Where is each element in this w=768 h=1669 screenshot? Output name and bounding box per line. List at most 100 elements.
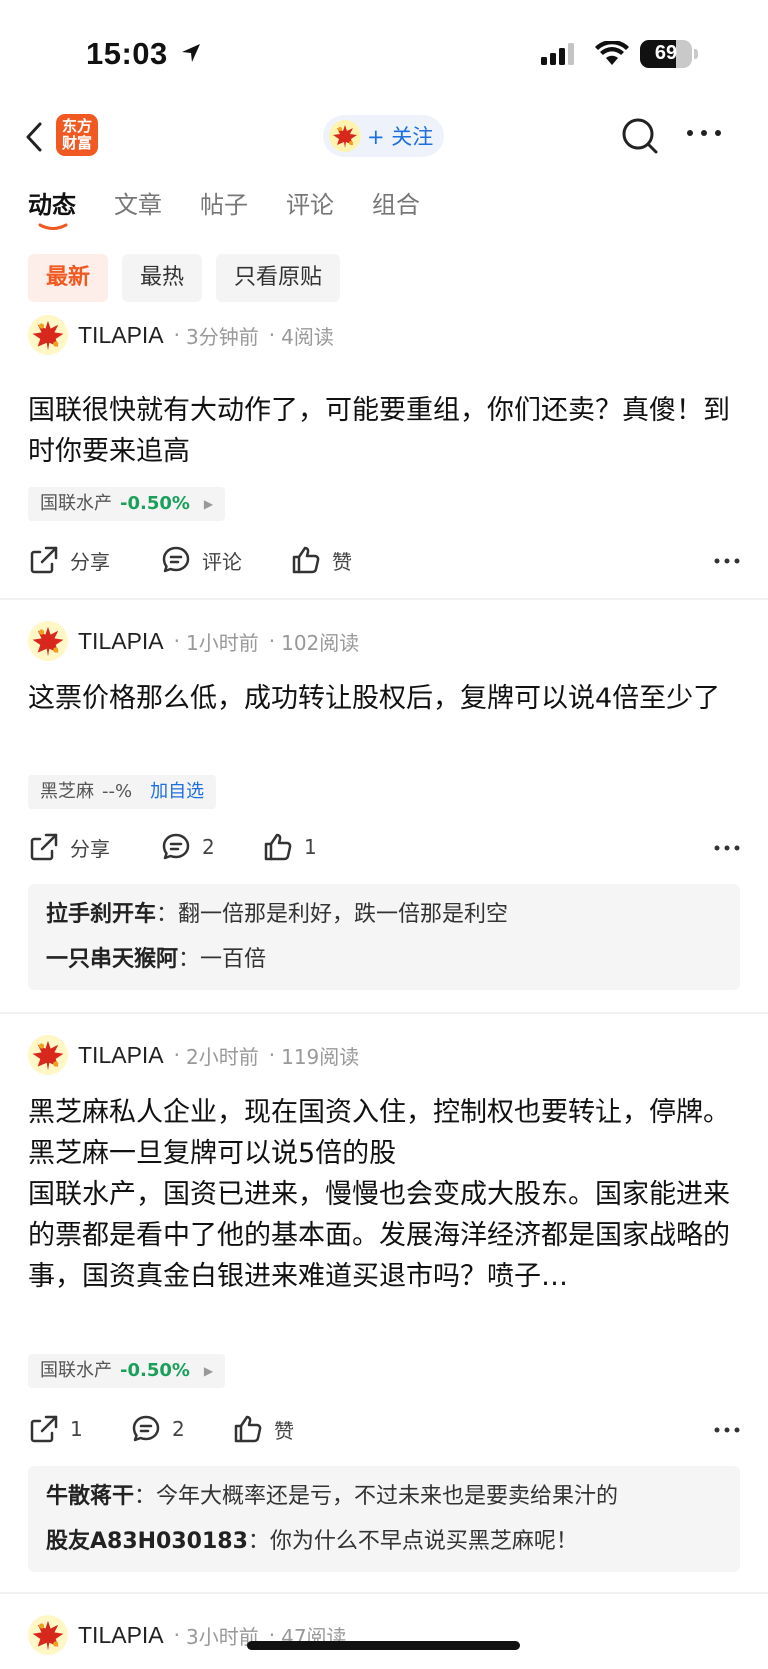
- read-count: 4阅读: [281, 324, 334, 349]
- battery-tip: [694, 49, 698, 59]
- share-icon: [30, 1415, 58, 1443]
- filter-chips: 最新 最热 只看原贴: [28, 254, 354, 302]
- avatar[interactable]: [28, 1035, 68, 1075]
- maple-leaf-icon: [32, 626, 64, 657]
- more-options-icon[interactable]: [714, 845, 740, 851]
- post-text[interactable]: 黑芝麻私人企业，现在国资入住，控制权也要转让，停牌。 黑芝麻一旦复牌可以说5倍的…: [28, 1092, 744, 1382]
- comment-button[interactable]: 2: [130, 1409, 185, 1449]
- reply-preview[interactable]: 拉手刹开车 ： 翻一倍那是利好，跌一倍那是利空 一只串天猴阿：一百倍: [28, 884, 740, 990]
- location-arrow-icon: [182, 44, 200, 62]
- share-label: 分享: [70, 549, 110, 574]
- dot-separator: ·: [173, 629, 181, 653]
- follow-button[interactable]: + 关注: [323, 115, 444, 157]
- dot-separator: ·: [173, 323, 181, 347]
- like-count: 1: [304, 835, 317, 859]
- more-options-icon[interactable]: [686, 129, 722, 137]
- filter-original-only[interactable]: 只看原贴: [216, 254, 341, 302]
- share-count: 1: [70, 1417, 83, 1441]
- more-options-icon[interactable]: [714, 558, 740, 564]
- reply-author[interactable]: 拉手刹开车: [46, 902, 156, 927]
- stock-name: 国联水产: [40, 1360, 112, 1381]
- post-card: TILAPIA · 2小时前 · 119阅读 黑芝麻私人企业，现在国资入住，控制…: [0, 1034, 768, 1594]
- avatar[interactable]: [28, 621, 68, 661]
- follow-label: + 关注: [367, 125, 434, 149]
- tab-portfolio[interactable]: 组合: [372, 185, 420, 235]
- tab-articles[interactable]: 文章: [114, 185, 162, 235]
- tab-label: 帖子: [200, 191, 248, 219]
- avatar[interactable]: [28, 315, 68, 355]
- add-watchlist-button[interactable]: 加自选: [150, 775, 204, 809]
- thumbs-up-icon: [264, 833, 292, 861]
- comment-icon: [162, 546, 190, 573]
- share-button[interactable]: 1: [28, 1409, 83, 1449]
- maple-leaf-icon: [32, 1040, 64, 1071]
- filter-latest[interactable]: 最新: [28, 254, 109, 302]
- caret-right-icon: ▶: [203, 1364, 214, 1378]
- thumbs-up-icon: [292, 546, 320, 574]
- comment-button[interactable]: 2: [160, 827, 215, 867]
- share-icon: [30, 546, 58, 574]
- tab-dynamic[interactable]: 动态: [28, 185, 76, 235]
- post-actions: 分享 2 1: [28, 827, 740, 867]
- username[interactable]: TILAPIA: [78, 1622, 164, 1649]
- battery-level: 69: [654, 42, 678, 64]
- stock-tag[interactable]: 国联水产 -0.50% ▶: [28, 487, 226, 521]
- reply-text: 你为什么不早点说买黑芝麻呢！: [269, 1529, 578, 1554]
- stock-name: 黑芝麻: [40, 781, 94, 802]
- read-count: 102阅读: [281, 630, 360, 655]
- reply-text: 翻一倍那是利好，跌一倍那是利空: [178, 902, 509, 927]
- reply-colon: ：: [134, 1484, 157, 1509]
- avatar[interactable]: [28, 1615, 68, 1655]
- comment-count: 2: [202, 835, 215, 859]
- stock-tag[interactable]: 黑芝麻 --% 加自选: [28, 775, 217, 809]
- home-indicator[interactable]: [247, 1641, 520, 1650]
- wifi-icon: [595, 41, 629, 65]
- status-bar: 15:03 69: [0, 0, 768, 105]
- comment-icon: [162, 833, 190, 860]
- stock-name: 国联水产: [40, 493, 112, 514]
- post-text[interactable]: 这票价格那么低，成功转让股权后，复牌可以说4倍至少了: [28, 678, 744, 719]
- dot-separator: ·: [268, 629, 276, 653]
- like-button[interactable]: 1: [262, 827, 317, 867]
- logo-line2: 财富: [61, 134, 92, 152]
- share-button[interactable]: 分享: [28, 827, 110, 867]
- reply-author[interactable]: 一只串天猴阿: [46, 947, 178, 972]
- tab-posts[interactable]: 帖子: [200, 185, 248, 235]
- back-chevron-icon[interactable]: [24, 121, 44, 153]
- reply-preview[interactable]: 牛散蒋干：今年大概率还是亏，不过未来也是要卖给果汁的 股友A83H030183：…: [28, 1466, 740, 1572]
- post-card: TILAPIA · 1小时前 · 102阅读 这票价格那么低，成功转让股权后，复…: [0, 620, 768, 1015]
- post-card: TILAPIA · 3分钟前 · 4阅读 国联很快就有大动作了，可能要重组，你们…: [0, 312, 768, 600]
- reply-text: 今年大概率还是亏，不过未来也是要卖给果汁的: [156, 1484, 619, 1509]
- more-options-icon[interactable]: [714, 1427, 740, 1433]
- comment-count: 2: [172, 1417, 185, 1441]
- username[interactable]: TILAPIA: [78, 1042, 164, 1069]
- reply-author[interactable]: 股友A83H030183: [46, 1529, 248, 1554]
- search-icon[interactable]: [620, 116, 660, 156]
- tab-active-indicator: [38, 223, 68, 230]
- maple-leaf-icon: [333, 125, 357, 148]
- like-button[interactable]: 赞: [232, 1409, 294, 1449]
- like-button[interactable]: 赞: [290, 540, 352, 580]
- username[interactable]: TILAPIA: [78, 628, 164, 655]
- like-label: 赞: [274, 1418, 294, 1443]
- post-time: 1小时前: [186, 630, 259, 655]
- reply-line: 一只串天猴阿：一百倍: [46, 937, 722, 982]
- share-button[interactable]: 分享: [28, 540, 110, 580]
- post-text[interactable]: 国联很快就有大动作了，可能要重组，你们还卖？真傻！到时你要来追高: [28, 390, 744, 472]
- tab-label: 动态: [28, 191, 76, 219]
- battery-icon: 69: [640, 40, 692, 68]
- filter-hot[interactable]: 最热: [122, 254, 203, 302]
- cellular-signal-icon: [541, 43, 574, 65]
- stock-tag[interactable]: 国联水产 -0.50% ▶: [28, 1354, 226, 1388]
- post-actions: 1 2 赞: [28, 1409, 740, 1449]
- username[interactable]: TILAPIA: [78, 322, 164, 349]
- post-header: TILAPIA · 1小时前 · 102阅读: [28, 620, 359, 662]
- reply-colon: ：: [178, 947, 201, 972]
- stock-change: -0.50%: [120, 1360, 190, 1381]
- maple-leaf-icon: [32, 1620, 64, 1651]
- app-logo: 东方 财富: [56, 114, 98, 156]
- comment-button[interactable]: 评论: [160, 540, 242, 580]
- reply-author[interactable]: 牛散蒋干: [46, 1484, 134, 1509]
- tab-comments[interactable]: 评论: [286, 185, 334, 235]
- dot-separator: ·: [173, 1043, 181, 1067]
